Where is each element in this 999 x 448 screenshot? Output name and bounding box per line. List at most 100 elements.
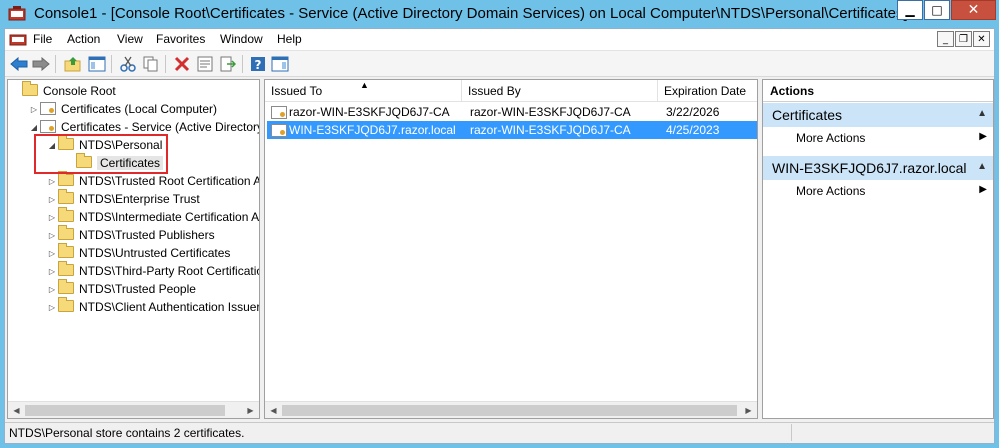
tree-item-ntds-enterprise-trust[interactable]: ▷ NTDS\Enterprise Trust — [46, 189, 200, 208]
tree-item-label: Console Root — [43, 84, 116, 98]
menu-view[interactable]: View — [117, 32, 143, 46]
menu-window[interactable]: Window — [220, 32, 263, 46]
cell-expiration: 3/22/2026 — [666, 105, 720, 119]
folder-icon — [58, 297, 74, 312]
mdi-minimize-button[interactable]: _ — [937, 31, 954, 47]
column-label: Issued By — [468, 83, 521, 98]
scroll-thumb[interactable] — [25, 405, 225, 416]
red-highlight-box — [34, 134, 168, 174]
console-tree-pane[interactable]: Console Root ▷ Certificates (Local Compu… — [7, 79, 260, 419]
tree-item-label: NTDS\Trusted Root Certification Au — [79, 174, 260, 188]
more-actions-certificates[interactable]: More Actions ▶ — [763, 128, 993, 148]
show-hide-console-tree-button[interactable] — [87, 54, 107, 74]
cell-issued-by: razor-WIN-E3SKFJQD6J7-CA — [470, 105, 631, 119]
expand-arrow-icon[interactable]: ▷ — [46, 249, 58, 258]
expand-arrow-icon[interactable]: ▷ — [46, 303, 58, 312]
mmc-app-icon[interactable] — [8, 6, 26, 22]
folder-icon — [58, 207, 74, 222]
scroll-right-icon[interactable]: ▶ — [243, 403, 258, 418]
collapse-arrow-icon[interactable]: ◢ — [28, 123, 40, 132]
mdi-close-button[interactable]: ✕ — [973, 31, 990, 47]
expand-arrow-icon[interactable]: ▷ — [46, 285, 58, 294]
certificate-icon — [271, 106, 287, 120]
delete-x-icon — [174, 56, 190, 72]
expand-arrow-icon[interactable]: ▷ — [46, 231, 58, 240]
cell-issued-to: razor-WIN-E3SKFJQD6J7-CA — [289, 105, 450, 119]
more-actions-selected-cert[interactable]: More Actions ▶ — [763, 181, 993, 201]
action-group-label: Certificates — [772, 107, 843, 123]
menu-favorites[interactable]: Favorites — [156, 32, 205, 46]
scroll-left-icon[interactable]: ◀ — [266, 403, 281, 418]
toolbar-separator — [55, 55, 56, 73]
table-row-selected[interactable]: WIN-E3SKFJQD6J7.razor.local razor-WIN-E3… — [267, 121, 757, 139]
collapse-up-icon[interactable]: ▲ — [977, 161, 987, 172]
tree-item-ntds-third-party-root[interactable]: ▷ NTDS\Third-Party Root Certification — [46, 261, 260, 280]
tree-item-ntds-untrusted[interactable]: ▷ NTDS\Untrusted Certificates — [46, 243, 231, 262]
up-one-level-button[interactable] — [63, 54, 83, 74]
console-menu-icon[interactable] — [9, 32, 27, 47]
scroll-thumb[interactable] — [282, 405, 737, 416]
tree-item-label: NTDS\Third-Party Root Certification — [79, 264, 260, 278]
close-button[interactable]: ✕ — [951, 0, 996, 20]
expand-arrow-icon[interactable]: ▷ — [46, 177, 58, 186]
tree-item-ntds-trusted-people[interactable]: ▷ NTDS\Trusted People — [46, 279, 196, 298]
copy-button[interactable] — [141, 54, 161, 74]
column-expiration-date[interactable]: Expiration Date — [658, 80, 757, 102]
menu-file[interactable]: File — [33, 32, 52, 46]
maximize-button[interactable]: □ — [924, 0, 950, 20]
mdi-restore-icon: ❐ — [959, 33, 968, 45]
title-bar[interactable]: Console1 - [Console Root\Certificates - … — [0, 0, 999, 28]
mdi-restore-button[interactable]: ❐ — [955, 31, 972, 47]
close-icon: ✕ — [967, 2, 980, 18]
expand-arrow-icon[interactable]: ▷ — [28, 105, 40, 114]
expand-arrow-icon[interactable]: ▷ — [46, 267, 58, 276]
show-hide-action-pane-button[interactable] — [270, 54, 290, 74]
help-button[interactable]: ? — [248, 54, 268, 74]
menu-action[interactable]: Action — [67, 32, 100, 46]
action-group-certificates[interactable]: Certificates ▲ — [763, 103, 993, 127]
tree-item-label: NTDS\Untrusted Certificates — [79, 246, 231, 260]
back-button[interactable] — [9, 54, 29, 74]
delete-button[interactable] — [172, 54, 192, 74]
tree-item-ntds-trusted-root[interactable]: ▷ NTDS\Trusted Root Certification Au — [46, 171, 260, 190]
toolbar-separator — [242, 55, 243, 73]
forward-button[interactable] — [31, 54, 51, 74]
table-row[interactable]: razor-WIN-E3SKFJQD6J7-CA razor-WIN-E3SKF… — [267, 103, 757, 121]
collapse-up-icon[interactable]: ▲ — [977, 108, 987, 119]
console-tree-icon — [88, 56, 106, 72]
cell-expiration: 4/25/2023 — [666, 123, 720, 137]
minimize-button[interactable]: ▁ — [897, 0, 923, 20]
properties-button[interactable] — [195, 54, 215, 74]
results-list-pane[interactable]: Issued To ▲ Issued By Expiration Date ra… — [264, 79, 758, 419]
folder-icon — [58, 225, 74, 240]
scroll-right-icon[interactable]: ▶ — [741, 403, 756, 418]
list-horizontal-scrollbar[interactable]: ◀ ▶ — [265, 401, 757, 418]
export-list-icon — [220, 56, 236, 72]
tree-item-label: Certificates (Local Computer) — [61, 102, 218, 116]
tree-item-label: NTDS\Trusted Publishers — [79, 228, 215, 242]
tree-item-certificates-local-computer[interactable]: ▷ Certificates (Local Computer) — [28, 100, 217, 118]
cell-issued-by: razor-WIN-E3SKFJQD6J7-CA — [470, 123, 631, 137]
folder-icon — [58, 243, 74, 258]
tree-horizontal-scrollbar[interactable]: ◀ ▶ — [8, 401, 259, 418]
tree-item-ntds-trusted-publishers[interactable]: ▷ NTDS\Trusted Publishers — [46, 225, 215, 244]
menu-help[interactable]: Help — [277, 32, 302, 46]
folder-icon — [58, 171, 74, 186]
tree-item-ntds-intermediate[interactable]: ▷ NTDS\Intermediate Certification Au — [46, 207, 259, 226]
cut-button[interactable] — [118, 54, 138, 74]
scroll-left-icon[interactable]: ◀ — [9, 403, 24, 418]
column-issued-by[interactable]: Issued By — [462, 80, 658, 102]
minimize-icon: ▁ — [905, 3, 915, 17]
tree-item-label: NTDS\Enterprise Trust — [79, 192, 200, 206]
tree-item-console-root[interactable]: Console Root — [10, 81, 116, 100]
action-group-selected-cert[interactable]: WIN-E3SKFJQD6J7.razor.local ▲ — [763, 156, 993, 180]
column-issued-to[interactable]: Issued To ▲ — [265, 80, 462, 102]
maximize-icon: □ — [931, 3, 943, 17]
expand-arrow-icon[interactable]: ▷ — [46, 195, 58, 204]
expand-arrow-icon[interactable]: ▷ — [46, 213, 58, 222]
certificate-icon — [271, 124, 287, 138]
toolbar: ? — [5, 51, 994, 77]
export-list-button[interactable] — [218, 54, 238, 74]
action-item-label: More Actions — [796, 184, 866, 198]
tree-item-ntds-client-auth-issuers[interactable]: ▷ NTDS\Client Authentication Issuers — [46, 297, 259, 316]
